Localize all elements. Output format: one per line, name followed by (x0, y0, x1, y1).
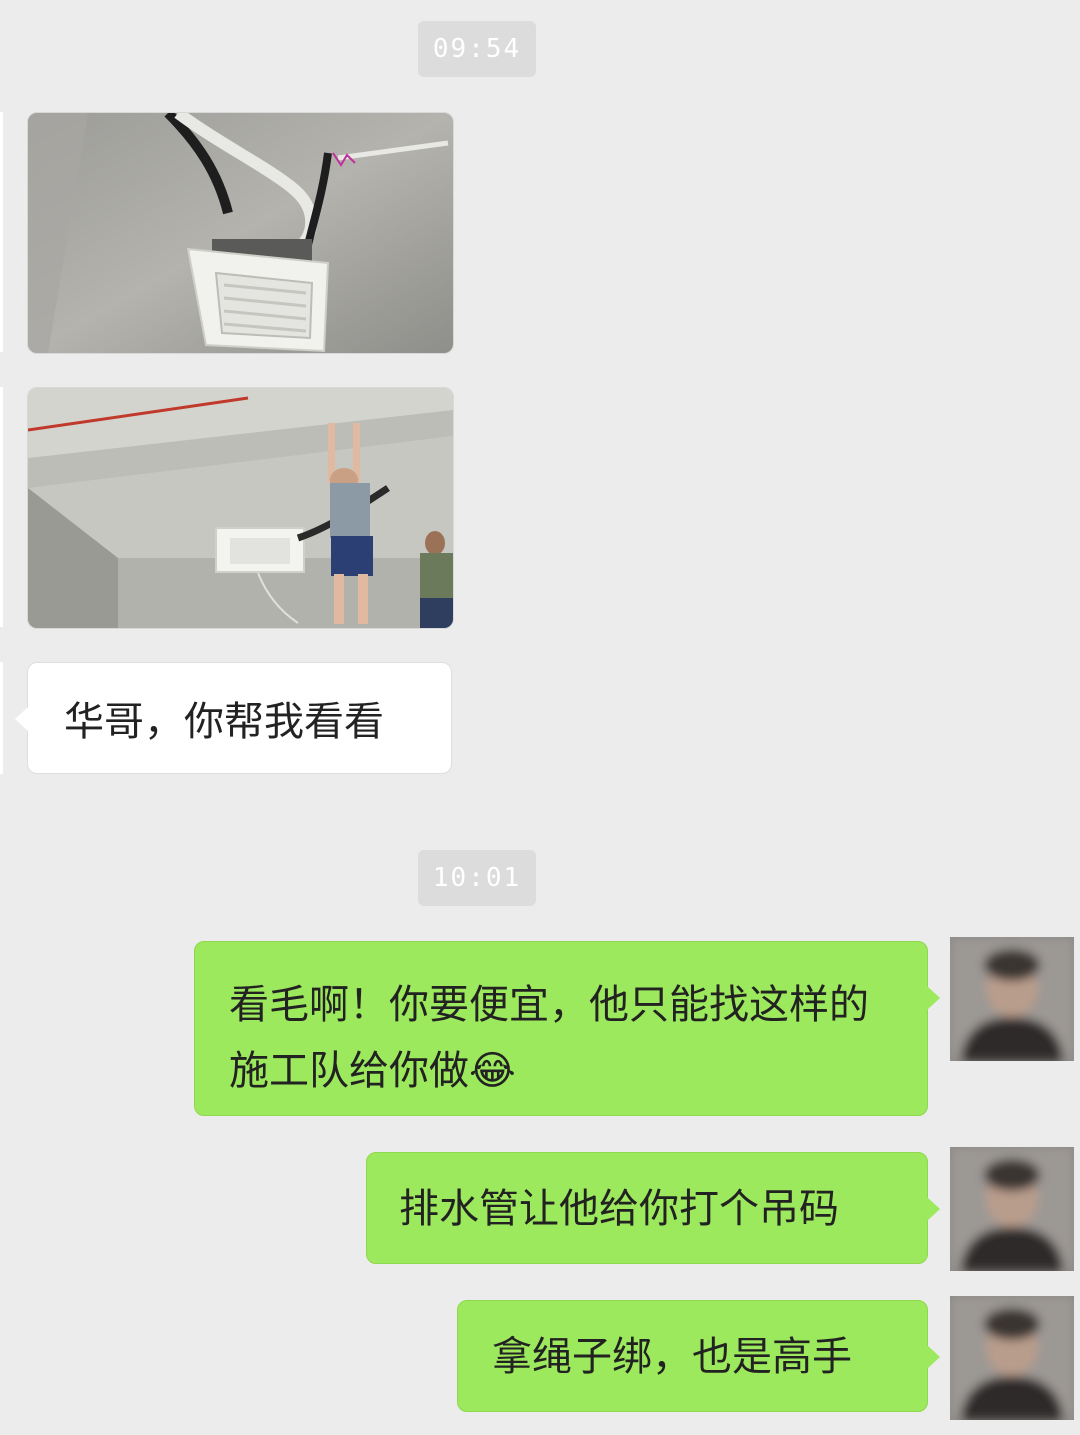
outgoing-message-text: 看毛啊！你要便宜，他只能找这样的施工队给你做 (229, 982, 869, 1094)
timestamp: 10:01 (418, 850, 536, 906)
left-edge-marker (0, 662, 3, 774)
left-edge-marker (0, 387, 3, 627)
bubble-tail (927, 986, 940, 1010)
avatar[interactable] (950, 1147, 1074, 1271)
outgoing-message-text: 排水管让他给你打个吊码 (399, 1186, 839, 1232)
outgoing-message-bubble[interactable]: 看毛啊！你要便宜，他只能找这样的施工队给你做😂 (194, 941, 940, 1116)
incoming-message-bubble[interactable]: 华哥，你帮我看看 (15, 662, 452, 774)
outgoing-message-bubble[interactable]: 拿绳子绑，也是高手 (457, 1300, 940, 1412)
avatar[interactable] (950, 1296, 1074, 1420)
bubble-tail (15, 707, 28, 731)
timestamp: 09:54 (418, 21, 536, 77)
outgoing-message-text: 拿绳子绑，也是高手 (492, 1334, 852, 1380)
tears-of-joy-emoji-icon: 😂 (469, 1048, 516, 1094)
avatar[interactable] (950, 937, 1074, 1061)
left-edge-marker (0, 112, 3, 352)
bubble-tail (927, 1197, 940, 1221)
chat-image-ac-unit[interactable] (27, 112, 454, 354)
outgoing-message-bubble[interactable]: 排水管让他给你打个吊码 (366, 1152, 940, 1264)
bubble-tail (927, 1345, 940, 1369)
chat-image-workers[interactable] (27, 387, 454, 629)
incoming-message-text: 华哥，你帮我看看 (64, 699, 384, 745)
